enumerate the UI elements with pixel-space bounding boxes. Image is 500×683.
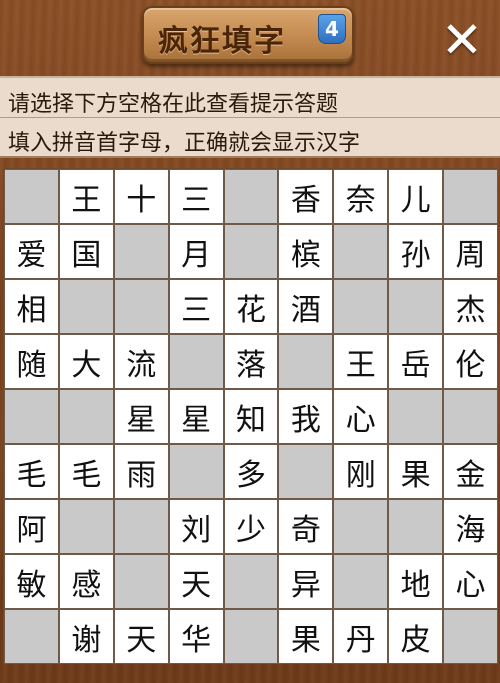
grid-cell-blank[interactable]	[333, 279, 389, 334]
grid-cell[interactable]: 随	[4, 334, 59, 389]
grid-cell-blank[interactable]	[58, 499, 114, 554]
grid-cell[interactable]: 谢	[58, 609, 114, 664]
grid-cell[interactable]: 金	[443, 444, 498, 499]
grid-cell[interactable]: 多	[223, 444, 279, 499]
grid-cell[interactable]: 相	[4, 279, 59, 334]
grid-cell[interactable]: 天	[168, 554, 224, 609]
grid-cell[interactable]: 三	[168, 169, 224, 224]
grid-cell[interactable]: 奈	[333, 169, 389, 224]
grid-cell[interactable]: 毛	[4, 444, 59, 499]
grid-cell[interactable]: 杰	[443, 279, 498, 334]
grid-cell[interactable]: 海	[443, 499, 498, 554]
grid-cell-blank[interactable]	[58, 279, 114, 334]
grid-cell-blank[interactable]	[443, 389, 498, 444]
grid-cell[interactable]: 槟	[278, 224, 334, 279]
grid-cell[interactable]: 十	[113, 169, 169, 224]
grid-cell[interactable]: 落	[223, 334, 279, 389]
grid-cell[interactable]: 刘	[168, 499, 224, 554]
grid-cell-blank[interactable]	[333, 224, 389, 279]
grid-cell[interactable]: 儿	[388, 169, 443, 224]
grid-cell[interactable]: 知	[223, 389, 279, 444]
grid-cell[interactable]: 王	[58, 169, 114, 224]
grid-cell[interactable]: 爱	[4, 224, 59, 279]
grid-cell-blank[interactable]	[388, 389, 443, 444]
hint-panel: 请选择下方空格在此查看提示答题 填入拼音首字母，正确就会显示汉字	[0, 76, 500, 158]
grid-cell[interactable]: 周	[443, 224, 498, 279]
grid-cell-blank[interactable]	[113, 554, 169, 609]
grid-cell-blank[interactable]	[443, 609, 498, 664]
grid-cell[interactable]: 敏	[4, 554, 59, 609]
grid-cell[interactable]: 奇	[278, 499, 334, 554]
top-bar: 疯狂填字 4 ✕	[0, 0, 500, 76]
grid-cell-blank[interactable]	[223, 609, 279, 664]
grid-cell-blank[interactable]	[333, 554, 389, 609]
grid-cell-blank[interactable]	[223, 224, 279, 279]
grid-cell[interactable]: 星	[168, 389, 224, 444]
grid-cell[interactable]: 少	[223, 499, 279, 554]
grid-cell-blank[interactable]	[58, 389, 114, 444]
grid-cell-blank[interactable]	[388, 279, 443, 334]
grid-cell-blank[interactable]	[278, 334, 334, 389]
grid-cell[interactable]: 月	[168, 224, 224, 279]
grid-cell-blank[interactable]	[223, 554, 279, 609]
grid-cell[interactable]: 毛	[58, 444, 114, 499]
grid-cell[interactable]: 三	[168, 279, 224, 334]
grid-cell-blank[interactable]	[168, 444, 224, 499]
grid-cell[interactable]: 皮	[388, 609, 443, 664]
grid-cell[interactable]: 星	[113, 389, 169, 444]
grid-cell[interactable]: 王	[333, 334, 389, 389]
grid-cell[interactable]: 伦	[443, 334, 498, 389]
grid-cell[interactable]: 心	[333, 389, 389, 444]
grid-cell[interactable]: 地	[388, 554, 443, 609]
grid-cell-blank[interactable]	[333, 499, 389, 554]
grid-cell[interactable]: 孙	[388, 224, 443, 279]
crossword-grid: 王十三香奈儿爱国月槟孙周相三花酒杰随大流落王岳伦星星知我心毛毛雨多刚果金阿刘少奇…	[3, 168, 498, 664]
grid-cell[interactable]: 大	[58, 334, 114, 389]
grid-cell-blank[interactable]	[388, 499, 443, 554]
hint-divider	[0, 117, 500, 118]
grid-cell-blank[interactable]	[4, 169, 59, 224]
hint-line-1: 请选择下方空格在此查看提示答题	[8, 92, 339, 117]
grid-cell-blank[interactable]	[168, 334, 224, 389]
grid-cell[interactable]: 丹	[333, 609, 389, 664]
grid-cell[interactable]: 天	[113, 609, 169, 664]
grid-cell-blank[interactable]	[223, 169, 279, 224]
grid-cell[interactable]: 果	[388, 444, 443, 499]
grid-cell[interactable]: 流	[113, 334, 169, 389]
grid-cell[interactable]: 感	[58, 554, 114, 609]
grid-cell[interactable]: 国	[58, 224, 114, 279]
grid-cell[interactable]: 华	[168, 609, 224, 664]
grid-cell[interactable]: 刚	[333, 444, 389, 499]
hint-line-2: 填入拼音首字母，正确就会显示汉字	[8, 131, 361, 156]
grid-cell-blank[interactable]	[443, 169, 498, 224]
grid-cell-blank[interactable]	[278, 444, 334, 499]
level-badge: 4	[318, 14, 346, 44]
grid-cell-blank[interactable]	[4, 609, 59, 664]
grid-cell[interactable]: 香	[278, 169, 334, 224]
grid-cell[interactable]: 果	[278, 609, 334, 664]
grid-cell[interactable]: 酒	[278, 279, 334, 334]
grid-cell[interactable]: 岳	[388, 334, 443, 389]
grid-cell-blank[interactable]	[113, 499, 169, 554]
title-plaque: 疯狂填字 4	[142, 6, 354, 64]
grid-cell-blank[interactable]	[113, 279, 169, 334]
grid-cell[interactable]: 雨	[113, 444, 169, 499]
grid-cell[interactable]: 阿	[4, 499, 59, 554]
grid-cell[interactable]: 我	[278, 389, 334, 444]
game-title: 疯狂填字	[158, 24, 286, 59]
grid-cell-blank[interactable]	[113, 224, 169, 279]
close-button[interactable]: ✕	[436, 14, 488, 66]
grid-cell[interactable]: 异	[278, 554, 334, 609]
grid-cell[interactable]: 花	[223, 279, 279, 334]
grid-cell[interactable]: 心	[443, 554, 498, 609]
grid-cell-blank[interactable]	[4, 389, 59, 444]
